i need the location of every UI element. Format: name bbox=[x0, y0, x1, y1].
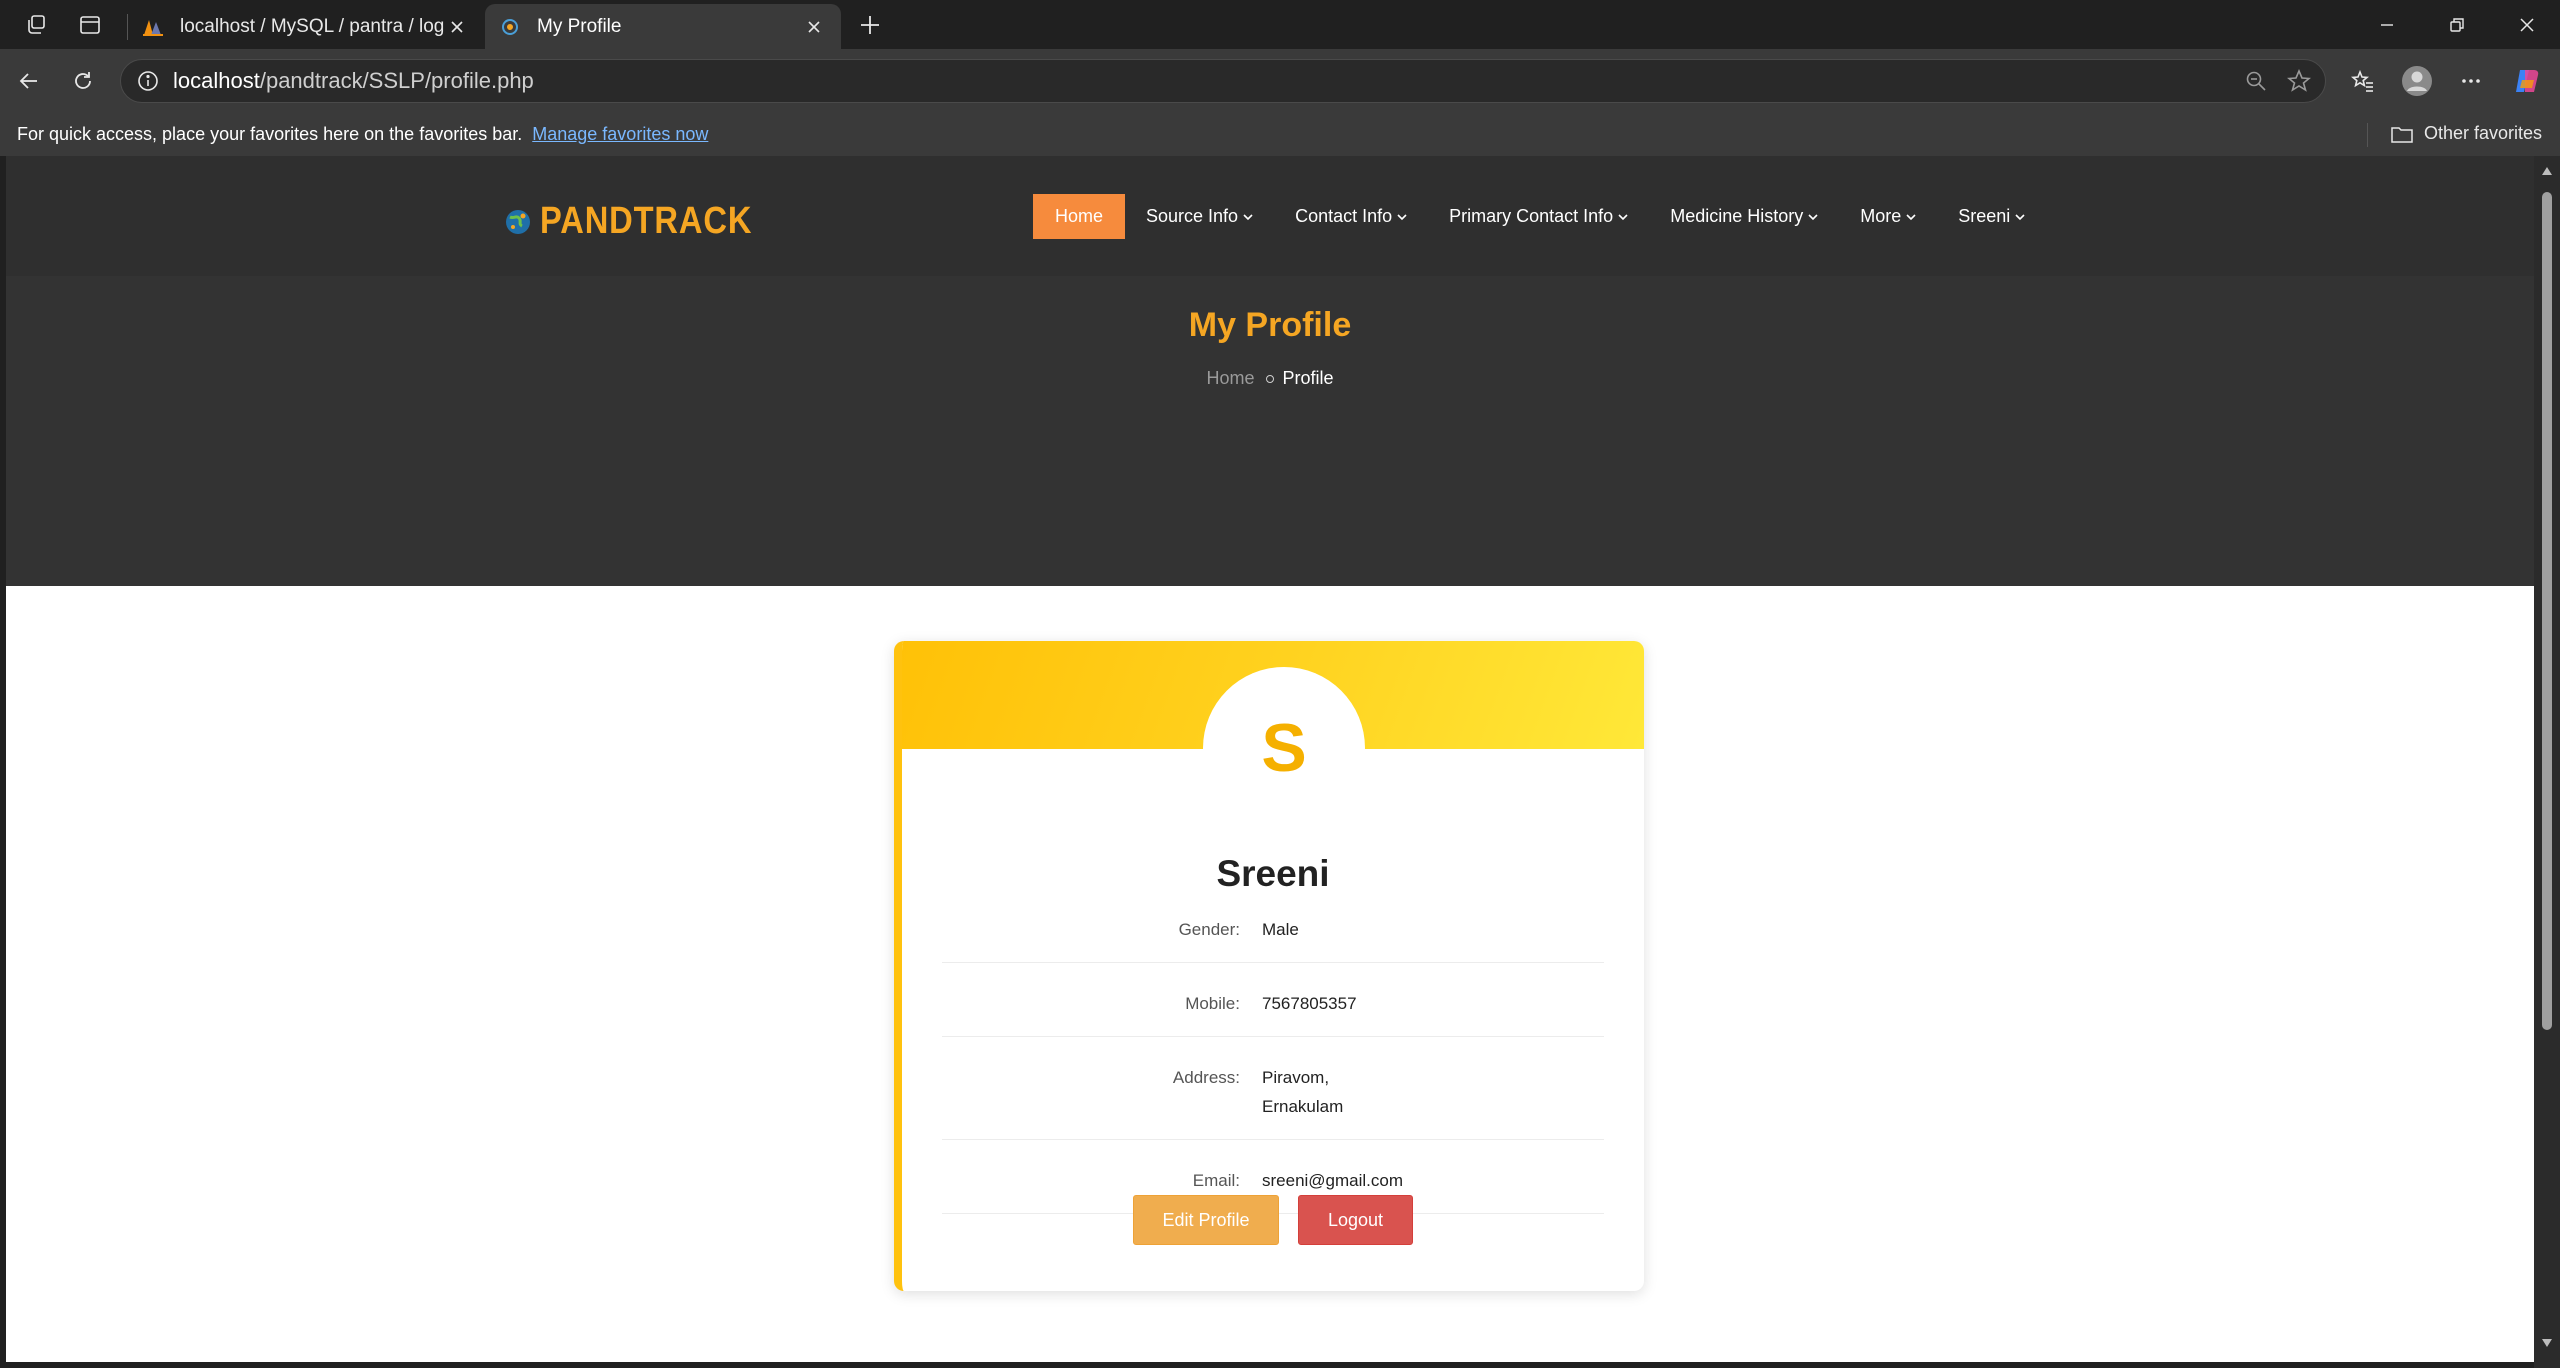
chevron-down-icon bbox=[1243, 213, 1253, 220]
page-title: My Profile bbox=[1188, 306, 1352, 344]
nav-contact-info[interactable]: Contact Info bbox=[1274, 194, 1428, 239]
chevron-down-icon bbox=[1808, 213, 1818, 220]
profile-card: S Sreeni Gender: Male Mobile: 7567805357… bbox=[894, 641, 1644, 1291]
logo-text: PANDTRACK bbox=[540, 200, 753, 242]
zoom-icon[interactable] bbox=[2245, 70, 2267, 92]
refresh-icon[interactable] bbox=[66, 64, 100, 98]
breadcrumb-separator-icon bbox=[1266, 374, 1275, 383]
other-favorites-button[interactable]: Other favorites bbox=[2390, 123, 2542, 144]
address-line: Ernakulam bbox=[1262, 1097, 1344, 1116]
detail-label: Address: bbox=[1172, 1068, 1240, 1087]
detail-row-mobile: Mobile: 7567805357 bbox=[942, 963, 1604, 1037]
nav-label: Sreeni bbox=[1958, 206, 2011, 226]
nav-label: Medicine History bbox=[1670, 206, 1804, 226]
detail-value: Piravom, Ernakulam bbox=[1262, 1063, 1604, 1121]
nav-user-menu[interactable]: Sreeni bbox=[1937, 194, 2046, 239]
restore-icon[interactable] bbox=[2422, 0, 2492, 49]
other-favorites-label: Other favorites bbox=[2423, 123, 2542, 143]
nav-medicine-history[interactable]: Medicine History bbox=[1649, 194, 1839, 239]
favorites-bar: For quick access, place your favorites h… bbox=[0, 114, 2560, 156]
detail-value: sreeni@gmail.com bbox=[1262, 1171, 1404, 1190]
scroll-up-icon[interactable] bbox=[2541, 166, 2553, 176]
site-logo[interactable]: PANDTRACK bbox=[504, 200, 787, 243]
nav-label: Source Info bbox=[1146, 206, 1239, 226]
detail-label: Email: bbox=[1192, 1171, 1240, 1190]
nav-home[interactable]: Home bbox=[1033, 194, 1126, 239]
breadcrumb: Home Profile bbox=[6, 368, 2534, 389]
profile-details: Gender: Male Mobile: 7567805357 Address:… bbox=[942, 889, 1604, 1214]
profile-avatar-icon[interactable] bbox=[2400, 64, 2434, 98]
page-viewport: PANDTRACK Home Source Info Contact Info … bbox=[6, 156, 2534, 1362]
logout-button[interactable]: Logout bbox=[1298, 1195, 1413, 1245]
detail-value: Male bbox=[1262, 920, 1299, 939]
url-host: localhost bbox=[173, 68, 260, 93]
detail-row-address: Address: Piravom, Ernakulam bbox=[942, 1037, 1604, 1140]
nav-label: Contact Info bbox=[1295, 206, 1393, 226]
globe-logo-icon bbox=[504, 208, 532, 236]
detail-row-gender: Gender: Male bbox=[942, 889, 1604, 963]
favorites-message: For quick access, place your favorites h… bbox=[17, 124, 523, 144]
close-tab-icon[interactable] bbox=[801, 14, 827, 40]
folder-icon bbox=[2390, 124, 2414, 144]
nav-primary-contact-info[interactable]: Primary Contact Info bbox=[1428, 194, 1649, 239]
more-options-icon[interactable] bbox=[2454, 64, 2488, 98]
chevron-down-icon bbox=[1906, 213, 1916, 220]
close-window-icon[interactable] bbox=[2492, 0, 2560, 49]
tab-title: My Profile bbox=[537, 15, 622, 37]
nav-source-info[interactable]: Source Info bbox=[1125, 194, 1274, 239]
breadcrumb-current: Profile bbox=[1282, 368, 1334, 388]
site-header: PANDTRACK Home Source Info Contact Info … bbox=[6, 156, 2534, 276]
chevron-down-icon bbox=[2015, 213, 2025, 220]
url-path: /pandtrack/SSLP/profile.php bbox=[259, 68, 534, 93]
close-tab-icon[interactable] bbox=[444, 14, 470, 40]
tab-phpmyadmin[interactable]: localhost / MySQL / pantra / login bbox=[128, 4, 484, 49]
new-tab-icon[interactable] bbox=[853, 8, 887, 42]
nav-label: Home bbox=[1055, 206, 1104, 226]
nav-label: Primary Contact Info bbox=[1449, 206, 1614, 226]
tab-my-profile[interactable]: My Profile bbox=[485, 4, 841, 49]
favorites-divider bbox=[2367, 123, 2368, 147]
minimize-icon[interactable] bbox=[2352, 0, 2422, 49]
main-navigation: Home Source Info Contact Info Primary Co… bbox=[1033, 194, 2046, 239]
page-scrollbar[interactable] bbox=[2534, 156, 2560, 1368]
tab-title: localhost / MySQL / pantra / login bbox=[180, 15, 444, 37]
detail-value: 7567805357 bbox=[1262, 994, 1357, 1013]
breadcrumb-home-link[interactable]: Home bbox=[1206, 368, 1254, 388]
detail-label: Mobile: bbox=[1185, 994, 1240, 1013]
address-line: Piravom, bbox=[1262, 1068, 1330, 1087]
workspaces-icon[interactable] bbox=[19, 8, 53, 42]
page-banner: My Profile Home Profile bbox=[6, 276, 2534, 586]
scroll-down-icon[interactable] bbox=[2541, 1338, 2553, 1348]
nav-more[interactable]: More bbox=[1839, 194, 1937, 239]
site-info-icon[interactable] bbox=[137, 70, 159, 92]
favorites-icon[interactable] bbox=[2346, 64, 2380, 98]
back-icon[interactable] bbox=[12, 64, 46, 98]
browser-tab-bar: localhost / MySQL / pantra / login My Pr… bbox=[0, 0, 2560, 49]
chevron-down-icon bbox=[1618, 213, 1628, 220]
browser-toolbar: localhost/pandtrack/SSLP/profile.php bbox=[0, 49, 2560, 114]
favorite-star-icon[interactable] bbox=[2287, 69, 2311, 93]
nav-label: More bbox=[1860, 206, 1902, 226]
pandtrack-favicon-icon bbox=[499, 16, 521, 38]
edit-profile-button[interactable]: Edit Profile bbox=[1133, 1195, 1279, 1245]
avatar: S bbox=[1203, 667, 1365, 829]
manage-favorites-link[interactable]: Manage favorites now bbox=[532, 124, 708, 144]
profile-actions: Edit Profile Logout bbox=[902, 1195, 1644, 1245]
chevron-down-icon bbox=[1397, 213, 1407, 220]
scroll-thumb[interactable] bbox=[2542, 192, 2552, 1030]
phpmyadmin-favicon-icon bbox=[142, 16, 164, 38]
copilot-icon[interactable] bbox=[2510, 64, 2544, 98]
address-bar[interactable]: localhost/pandtrack/SSLP/profile.php bbox=[120, 59, 2326, 103]
detail-label: Gender: bbox=[1178, 920, 1240, 939]
tab-actions-icon[interactable] bbox=[73, 8, 107, 42]
